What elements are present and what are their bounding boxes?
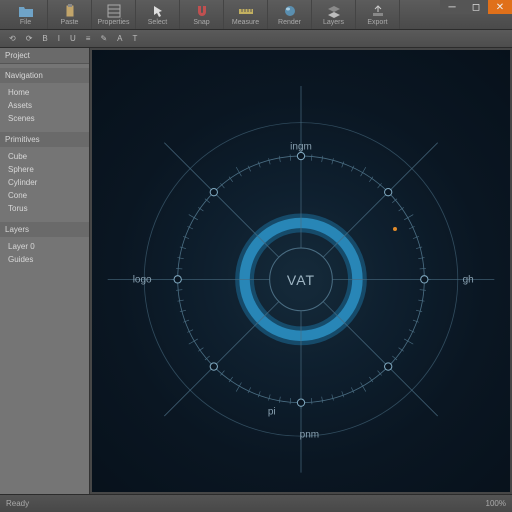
primitive-item-cone[interactable]: Cone	[0, 189, 89, 202]
subbar-item-1[interactable]: ⟳	[23, 34, 36, 43]
main-area: Project Navigation HomeAssetsScenes Prim…	[0, 48, 512, 494]
toolbar-select-button[interactable]: Select	[136, 0, 180, 29]
primitive-item-cube[interactable]: Cube	[0, 150, 89, 163]
toolbar-file-button[interactable]: File	[4, 0, 48, 29]
nav-item-scenes[interactable]: Scenes	[0, 112, 89, 125]
dial-label-left: logo	[133, 274, 152, 285]
sphere-icon	[282, 4, 298, 18]
center-label: VAT	[287, 272, 315, 288]
toolbar-label: Paste	[61, 19, 79, 26]
toolbar-paste-button[interactable]: Paste	[48, 0, 92, 29]
toolbar-snap-button[interactable]: Snap	[180, 0, 224, 29]
toolbar-label: Render	[278, 19, 301, 26]
nav-item-home[interactable]: Home	[0, 86, 89, 99]
subbar-item-7[interactable]: A	[114, 34, 125, 43]
window-maximize-button[interactable]: ◻	[464, 0, 488, 14]
toolbar-render-button[interactable]: Render	[268, 0, 312, 29]
toolbar-label: Measure	[232, 19, 259, 26]
subbar-item-8[interactable]: T	[129, 34, 140, 43]
subbar-item-0[interactable]: ⟲	[6, 34, 19, 43]
panel-section3: Layer 0Guides	[0, 237, 89, 269]
status-zoom: 100%	[486, 499, 506, 508]
toolbar-label: Snap	[193, 19, 209, 26]
canvas[interactable]: VAT ingm gh pnm pi logo	[92, 50, 510, 492]
panel-title: Project	[0, 48, 89, 64]
dial-label-bottom2: pi	[268, 407, 276, 418]
cursor-icon	[150, 4, 166, 18]
canvas-wrap: VAT ingm gh pnm pi logo	[90, 48, 512, 494]
toolbar-label: Properties	[98, 19, 130, 26]
subbar-item-3[interactable]: I	[55, 34, 63, 43]
panel-section3-header: Layers	[0, 222, 89, 237]
toolbar-label: Export	[367, 19, 387, 26]
window-close-button[interactable]: ✕	[488, 0, 512, 14]
toolbar-label: File	[20, 19, 31, 26]
panel-section2: CubeSphereCylinderConeTorus	[0, 147, 89, 218]
main-toolbar: File Paste Properties Select Snap Measure Rend…	[0, 0, 512, 30]
magnet-icon	[194, 4, 210, 18]
nav-item-assets[interactable]: Assets	[0, 99, 89, 112]
toolbar-export-button[interactable]: Export	[356, 0, 400, 29]
layer-item-layer-0[interactable]: Layer 0	[0, 240, 89, 253]
toolbar-label: Select	[148, 19, 167, 26]
panel-section2-header: Primitives	[0, 132, 89, 147]
primitive-item-cylinder[interactable]: Cylinder	[0, 176, 89, 189]
status-left: Ready	[6, 499, 29, 508]
marker-dot-icon	[393, 227, 397, 231]
toolbar-properties-button[interactable]: Properties	[92, 0, 136, 29]
toolbar-label: Layers	[323, 19, 344, 26]
toolbar-measure-button[interactable]: Measure	[224, 0, 268, 29]
export-icon	[370, 4, 386, 18]
window-minimize-button[interactable]: ─	[440, 0, 464, 14]
secondary-toolbar: ⟲ ⟳BIU ≡✎ AT	[0, 30, 512, 48]
dial-label-top: ingm	[290, 142, 312, 153]
subbar-item-6[interactable]: ✎	[97, 34, 110, 43]
dial-label-right: gh	[463, 274, 474, 285]
window-controls: ─ ◻ ✕	[440, 0, 512, 14]
left-panel: Project Navigation HomeAssetsScenes Prim…	[0, 48, 90, 494]
layer-item-guides[interactable]: Guides	[0, 253, 89, 266]
layers-icon	[326, 4, 342, 18]
panel-section1-header: Navigation	[0, 68, 89, 83]
toolbar-layers-button[interactable]: Layers	[312, 0, 356, 29]
properties-icon	[106, 4, 122, 18]
dial-label-bottom: pnm	[300, 429, 319, 440]
panel-section1: HomeAssetsScenes	[0, 83, 89, 128]
subbar-item-4[interactable]: U	[67, 34, 79, 43]
status-bar: Ready 100%	[0, 494, 512, 512]
folder-icon	[18, 4, 34, 18]
subbar-item-5[interactable]: ≡	[83, 34, 94, 43]
primitive-item-sphere[interactable]: Sphere	[0, 163, 89, 176]
ruler-icon	[238, 4, 254, 18]
subbar-item-2[interactable]: B	[39, 34, 50, 43]
clipboard-icon	[62, 4, 78, 18]
primitive-item-torus[interactable]: Torus	[0, 202, 89, 215]
